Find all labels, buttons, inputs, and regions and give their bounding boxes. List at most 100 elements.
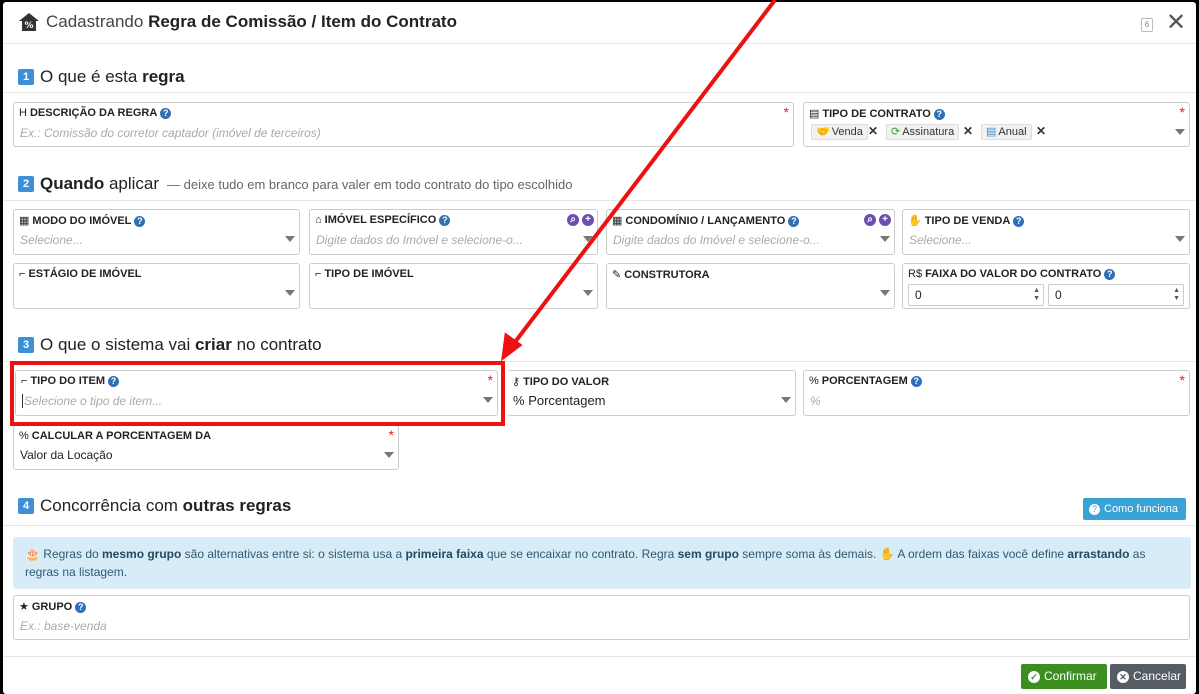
modal-header: % Cadastrando Regra de Comissão / Item d… (3, 2, 1196, 44)
cake-icon: 🎂 (25, 547, 40, 561)
heading-icon: H (19, 107, 27, 119)
close-icon[interactable]: ✕ (1166, 11, 1186, 35)
faixa-max-input[interactable]: 0 ▲ ▼ (1048, 284, 1184, 306)
tag-venda: 🤝 Venda (811, 124, 868, 140)
building-icon: ▦ (612, 215, 623, 227)
chevron-down-icon[interactable] (583, 236, 593, 242)
modo-imovel-select[interactable]: Selecione... (20, 233, 83, 247)
section-title-3: 3O que o sistema vai criar no contrato (18, 335, 322, 355)
tipo-venda-field[interactable]: ✋ TIPO DE VENDA? Selecione... (902, 209, 1190, 255)
hammer-icon: ✎ (612, 269, 622, 281)
chevron-down-icon[interactable] (285, 236, 295, 242)
calcular-select[interactable]: Valor da Locação (20, 448, 113, 462)
hand-icon: ✋ (879, 547, 895, 561)
imovel-especifico-input[interactable]: Digite dados do Imóvel e selecione-o... (316, 233, 523, 247)
calendar-icon: ▤ (986, 126, 997, 138)
svg-text:%: % (24, 21, 33, 31)
modo-imovel-field[interactable]: ▦ MODO DO IMÓVEL? Selecione... (13, 209, 300, 255)
handshake-icon: 🤝 (816, 126, 830, 138)
section-title-1: 1O que é esta regra (18, 67, 185, 87)
construtora-field[interactable]: ✎ CONSTRUTORA (606, 263, 895, 309)
chevron-down-icon[interactable] (781, 397, 791, 403)
calcular-field[interactable]: % CALCULAR A PORCENTAGEM DA * Valor da Lo… (13, 425, 399, 470)
remove-tag-anual-icon[interactable]: ✕ (1036, 124, 1046, 138)
tipo-valor-field[interactable]: ⚷ TIPO DO VALOR % Porcentagem (507, 370, 796, 416)
key-icon: ⚷ (512, 376, 521, 388)
chevron-down-icon[interactable] (1175, 129, 1185, 135)
star-icon: ★ (19, 601, 29, 613)
required-marker: * (783, 104, 789, 120)
tag-anual: ▤ Anual (981, 124, 1032, 140)
handshake-icon: ✋ (908, 215, 922, 227)
search-icon[interactable]: ⌕ (864, 214, 876, 226)
chevron-down-icon[interactable] (285, 290, 295, 296)
how-it-works-button[interactable]: ? Como funciona (1083, 498, 1186, 520)
grupo-input[interactable]: Ex.: base-venda (20, 619, 107, 633)
confirm-button[interactable]: ✓ Confirmar (1021, 664, 1107, 689)
help-icon[interactable]: ? (933, 109, 945, 120)
shortcut-badge: 6 (1141, 18, 1153, 32)
chevron-down-icon[interactable] (1175, 236, 1185, 242)
required-marker: * (1179, 372, 1185, 388)
cancel-button[interactable]: ✕ Cancelar (1110, 664, 1186, 689)
grupo-field[interactable]: ★ GRUPO? Ex.: base-venda (13, 595, 1190, 640)
help-icon[interactable]: ? (788, 216, 800, 227)
chevron-down-icon[interactable] (583, 290, 593, 296)
help-icon[interactable]: ? (134, 216, 146, 227)
tipo-item-field[interactable]: ⌐ TIPO DO ITEM? * Selecione o tipo de ite… (15, 370, 498, 416)
condominio-field[interactable]: ▦ CONDOMÍNIO / LANÇAMENTO? ⌕ + Digite dad… (606, 209, 895, 255)
tipo-contrato-field[interactable]: ▤ TIPO DE CONTRATO? * 🤝 Venda ✕ ⟳ Assinatur… (803, 102, 1190, 147)
condominio-input[interactable]: Digite dados do Imóvel e selecione-o... (613, 233, 820, 247)
help-icon[interactable]: ? (1104, 269, 1116, 280)
help-icon[interactable]: ? (75, 602, 87, 613)
imovel-especifico-field[interactable]: ⌂ IMÓVEL ESPECÍFICO? ⌕ + Digite dados do … (309, 209, 598, 255)
chevron-down-icon[interactable] (880, 236, 890, 242)
chevron-down-icon[interactable] (880, 290, 890, 296)
spinner-icon[interactable]: ▲ ▼ (1173, 287, 1180, 303)
percent-icon: % (19, 430, 29, 442)
help-icon[interactable]: ? (108, 376, 119, 387)
estagio-field[interactable]: ⌐ ESTÁGIO DE IMÓVEL (13, 263, 300, 309)
refresh-icon: ⟳ (891, 126, 901, 138)
tree-icon: ⌐ (315, 268, 322, 280)
tag-assinatura: ⟳ Assinatura (886, 124, 960, 140)
building-icon: ▦ (19, 215, 30, 227)
section-divider (3, 92, 1196, 93)
info-box: 🎂 Regras do mesmo grupo são alternativas… (13, 537, 1191, 589)
tipo-valor-select[interactable]: % Porcentagem (513, 393, 606, 408)
tipo-imovel-field[interactable]: ⌐ TIPO DE IMÓVEL (309, 263, 598, 309)
descricao-input[interactable]: Ex.: Comissão do corretor captador (imóv… (20, 126, 321, 140)
contract-icon: ▤ (809, 108, 820, 120)
spinner-icon[interactable]: ▲ ▼ (1033, 287, 1040, 303)
help-icon[interactable]: ? (439, 215, 451, 226)
currency-icon: R$ (908, 268, 923, 280)
help-icon[interactable]: ? (910, 376, 922, 387)
home-percent-icon: % (19, 13, 39, 31)
porcentagem-input[interactable]: % (810, 394, 821, 408)
chevron-down-icon[interactable] (483, 397, 493, 403)
close-icon: ✕ (1117, 671, 1129, 683)
descricao-field[interactable]: H DESCRIÇÃO DA REGRA? * Ex.: Comissão do … (13, 102, 794, 147)
percent-icon: % (513, 393, 525, 408)
check-icon: ✓ (1028, 671, 1040, 683)
modal-dialog: % Cadastrando Regra de Comissão / Item d… (3, 2, 1196, 694)
add-icon[interactable]: + (879, 214, 891, 226)
modal-title: Cadastrando Regra de Comissão / Item do … (46, 12, 457, 31)
remove-tag-venda-icon[interactable]: ✕ (868, 124, 878, 138)
section-divider (3, 200, 1196, 201)
search-icon[interactable]: ⌕ (567, 214, 579, 226)
section-title-4: 4 Concorrência com outras regras (18, 496, 291, 516)
house-icon: ⌂ (315, 214, 322, 226)
remove-tag-assinatura-icon[interactable]: ✕ (963, 124, 973, 138)
help-icon[interactable]: ? (160, 108, 172, 119)
chevron-down-icon[interactable] (384, 452, 394, 458)
tipo-venda-select[interactable]: Selecione... (909, 233, 972, 247)
faixa-min-input[interactable]: 0 ▲ ▼ (908, 284, 1044, 306)
porcentagem-field[interactable]: % PORCENTAGEM? * % (803, 370, 1190, 416)
tipo-item-select[interactable]: Selecione o tipo de item... (22, 394, 162, 408)
add-icon[interactable]: + (582, 214, 594, 226)
help-icon: ? (1089, 504, 1100, 515)
required-marker: * (388, 427, 394, 443)
help-icon[interactable]: ? (1013, 216, 1025, 227)
footer-divider (3, 656, 1196, 657)
